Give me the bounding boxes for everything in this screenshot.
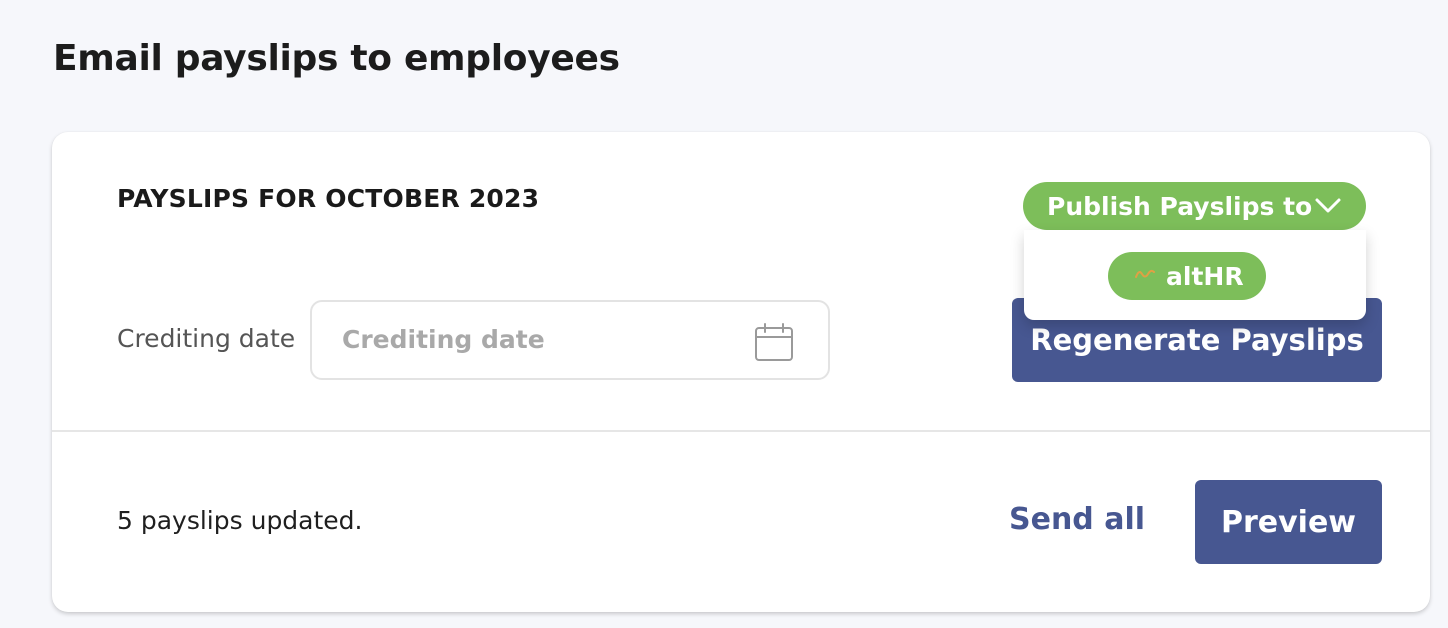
section-title: PAYSLIPS FOR OCTOBER 2023 xyxy=(117,184,540,213)
page-title: Email payslips to employees xyxy=(53,38,620,79)
publish-payslips-dropdown[interactable]: Publish Payslips to xyxy=(1023,182,1366,230)
publish-dropdown-menu: altHR xyxy=(1024,230,1366,320)
preview-button[interactable]: Preview xyxy=(1195,480,1382,564)
althr-option[interactable]: altHR xyxy=(1108,252,1266,300)
crediting-date-input[interactable]: Crediting date xyxy=(310,300,830,380)
crediting-date-placeholder: Crediting date xyxy=(342,325,545,354)
althr-option-label: altHR xyxy=(1166,261,1244,291)
payslips-card: PAYSLIPS FOR OCTOBER 2023 Publish Paysli… xyxy=(52,132,1430,612)
crediting-date-label: Crediting date xyxy=(117,324,296,353)
send-all-button[interactable]: Send all xyxy=(1009,502,1145,537)
publish-payslips-label: Publish Payslips to xyxy=(1047,191,1313,221)
althr-logo-icon xyxy=(1135,269,1155,278)
chevron-down-icon xyxy=(1315,198,1341,213)
divider xyxy=(52,430,1430,432)
status-text: 5 payslips updated. xyxy=(117,506,363,535)
calendar-icon[interactable] xyxy=(754,322,794,362)
